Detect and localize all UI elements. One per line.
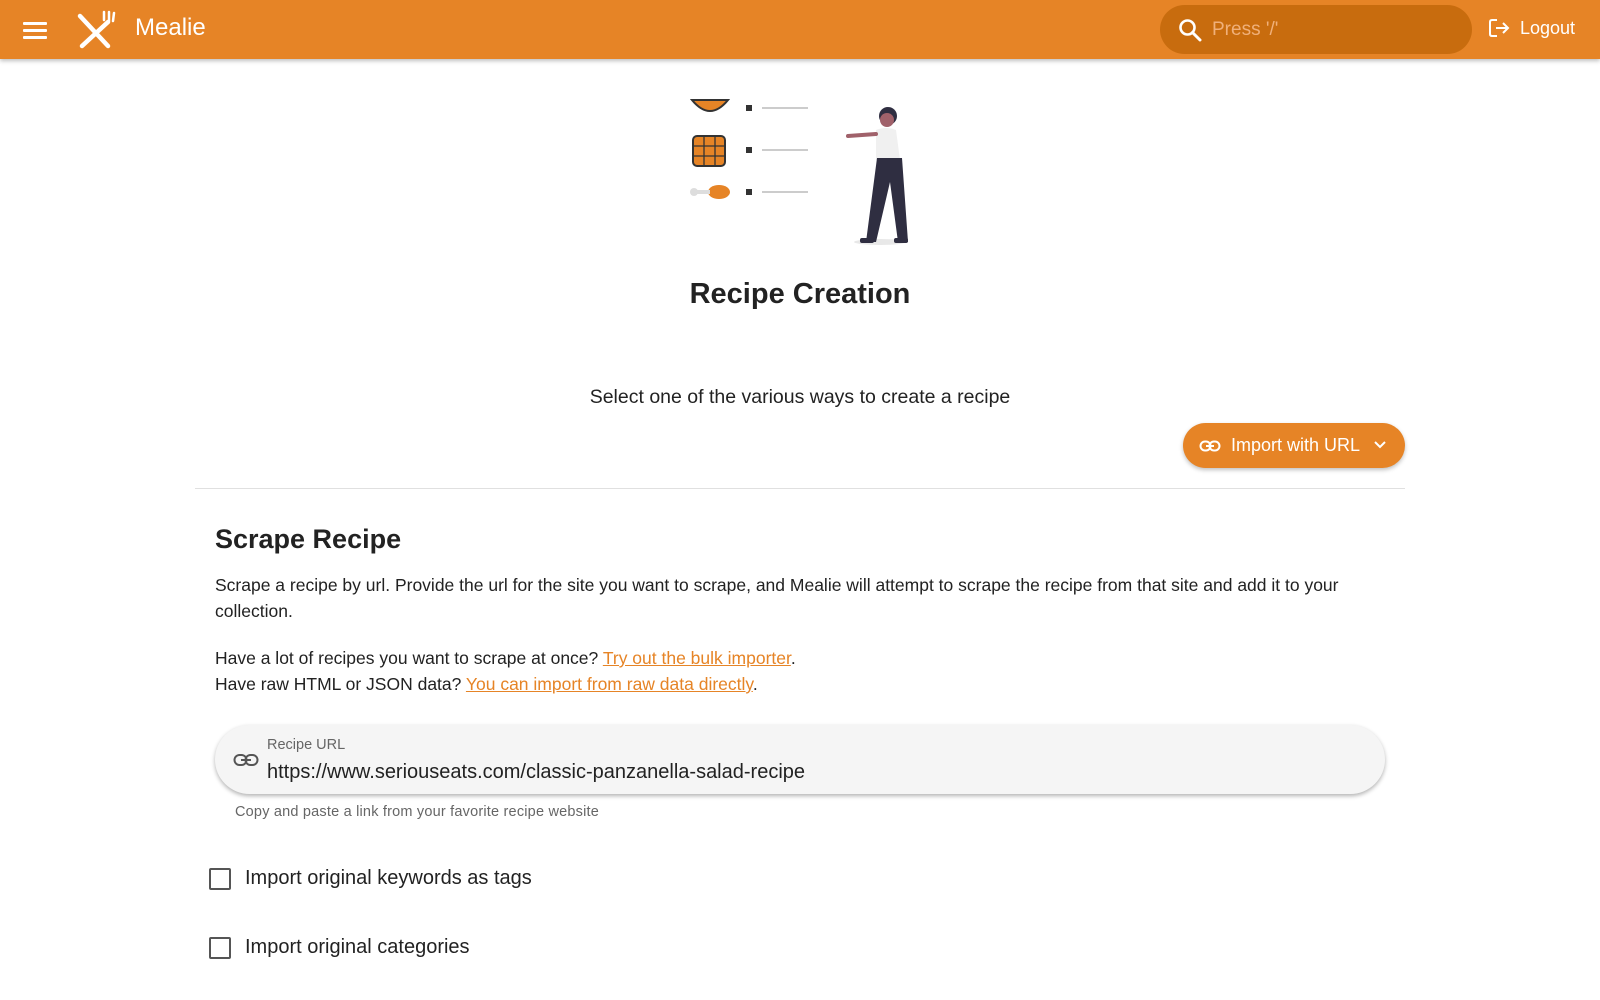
raw-import-text: Have raw HTML or JSON data? You can impo… — [215, 671, 758, 697]
recipe-illustration — [689, 99, 908, 245]
raw-import-suffix: . — [752, 674, 758, 694]
section-title: Scrape Recipe — [215, 524, 402, 554]
recipe-url-label: Recipe URL — [267, 737, 346, 753]
recipe-url-field[interactable]: Recipe URL — [215, 725, 1385, 794]
raw-data-link[interactable]: You can import from raw data directly — [466, 674, 753, 694]
import-categories-label: Import original categories — [245, 936, 470, 958]
link-icon — [1199, 440, 1221, 452]
link-icon — [233, 754, 259, 766]
menu-icon[interactable] — [20, 16, 50, 44]
import-keywords-checkbox[interactable] — [209, 867, 231, 890]
search-input[interactable] — [1212, 15, 1452, 45]
search-icon — [1179, 19, 1202, 42]
app-title[interactable]: Mealie — [135, 14, 206, 42]
bulk-import-prefix: Have a lot of recipes you want to scrape… — [215, 648, 603, 668]
fork-knife-logo-icon[interactable] — [74, 10, 116, 50]
page-title: Recipe Creation — [689, 278, 911, 310]
import-keywords-label: Import original keywords as tags — [245, 867, 532, 889]
divider — [195, 488, 1405, 489]
import-categories-checkbox[interactable] — [209, 936, 231, 959]
import-with-url-label: Import with URL — [1231, 435, 1361, 455]
raw-import-prefix: Have raw HTML or JSON data? — [215, 674, 466, 694]
logout-label: Logout — [1520, 17, 1576, 38]
import-keywords-checkbox-row[interactable]: Import original keywords as tags — [209, 867, 532, 890]
import-with-url-button[interactable]: Import with URL — [1183, 423, 1405, 468]
import-categories-checkbox-row[interactable]: Import original categories — [209, 936, 470, 959]
bulk-import-text: Have a lot of recipes you want to scrape… — [215, 645, 796, 671]
logout-button[interactable]: Logout — [1488, 17, 1575, 39]
bulk-import-suffix: . — [790, 648, 796, 668]
page-subtitle: Select one of the various ways to create… — [589, 386, 1011, 408]
bulk-importer-link[interactable]: Try out the bulk importer — [603, 648, 791, 668]
app-bar: Mealie Logout — [0, 0, 1600, 59]
logout-icon — [1489, 19, 1510, 37]
scrape-description: Scrape a recipe by url. Provide the url … — [215, 575, 1339, 621]
chevron-down-icon — [1374, 441, 1386, 449]
search-bar[interactable] — [1160, 5, 1472, 54]
recipe-url-hint: Copy and paste a link from your favorite… — [235, 804, 600, 820]
recipe-url-input[interactable] — [267, 758, 1357, 786]
